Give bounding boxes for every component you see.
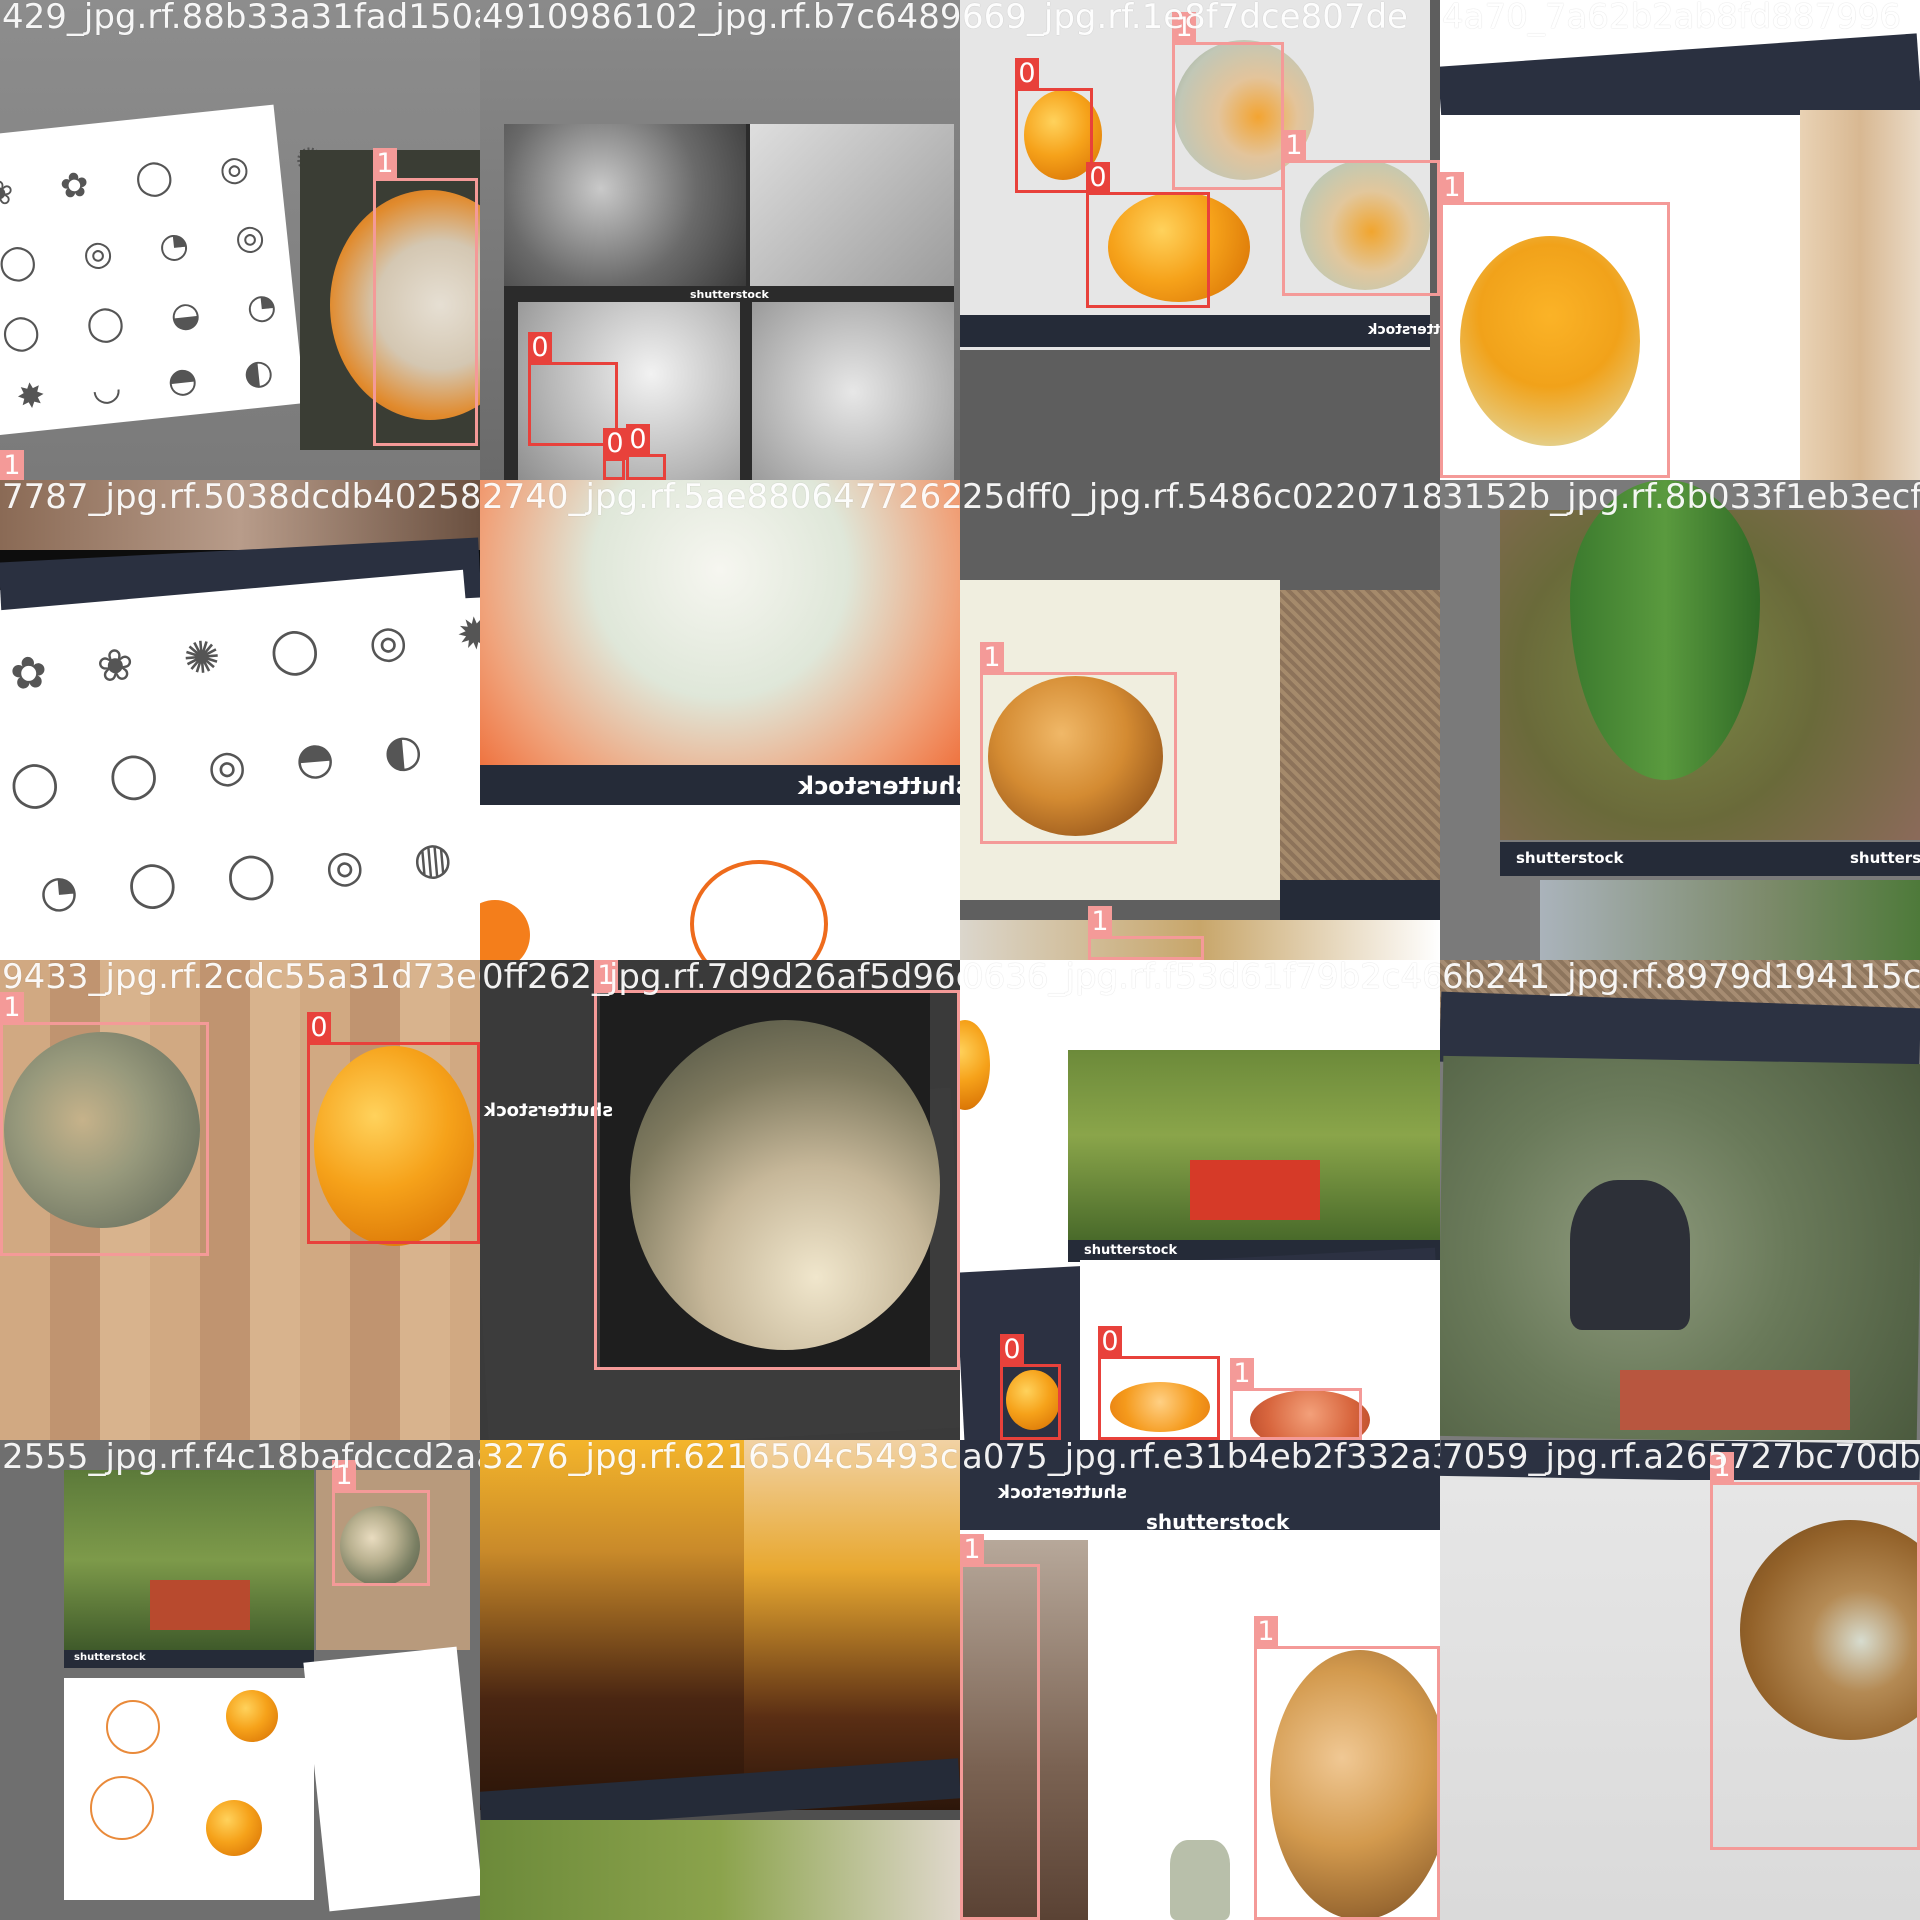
- mosaic-tile: shutterstock 1 0ff262_jpg.rf.7d9d26af5d9…: [480, 960, 960, 1440]
- class-label: 0: [626, 424, 650, 456]
- fruit-icons-card: [303, 1646, 480, 1912]
- detection-box: 1: [1710, 1452, 1920, 1850]
- detection-box: 0: [603, 428, 627, 480]
- mosaic-tile: ❀ ✿ ◯ ◎ ✺ ◯ ◎ ◔ ◎ ✺ ◯ ◯ ◒ ◔ ◎ ✸ ◡ ◓ ◐ ◯ …: [0, 0, 480, 480]
- mosaic-tile: shutterstock 0 1 0 1 669_jpg.rf.1e8f7dce…: [960, 0, 1440, 480]
- detection-box: 1: [1230, 1358, 1362, 1440]
- fruit-icons-card: ✿ ❀ ✺ ◯ ◎ ✹ ◯ ◯ ◎ ◓ ◐ ◔ ◯ ◯ ◎ ◍: [0, 569, 480, 960]
- detection-box: 1: [0, 992, 209, 1256]
- detection-box: 0: [307, 1012, 480, 1244]
- mosaic-tile: 1 1 25dff0_jpg.rf.5486c0220718311: [960, 480, 1440, 960]
- burlap-photo: [1280, 590, 1440, 930]
- detection-box: 1: [373, 148, 478, 446]
- watermark: shutterstock: [1084, 1243, 1178, 1258]
- mosaic-tile: shutterstock shutterstock 3152b_jpg.rf.8…: [1440, 480, 1920, 960]
- class-label: 1: [332, 1460, 356, 1492]
- class-label: 0: [603, 428, 627, 460]
- class-label: 0: [1000, 1334, 1024, 1366]
- detection-box: 0: [1098, 1326, 1220, 1440]
- class-label: 1: [1088, 906, 1112, 938]
- blurred-photo: [0, 480, 480, 550]
- class-label: 0: [307, 1012, 331, 1044]
- class-label: 1: [373, 148, 397, 180]
- drink-photo: [744, 1440, 960, 1810]
- worker: [1570, 1180, 1690, 1330]
- detection-box: 1: [1172, 12, 1284, 190]
- drink-photo: [480, 1440, 744, 1810]
- detection-box: 1: [960, 1534, 1040, 1920]
- class-label: 1: [980, 642, 1004, 674]
- mosaic-tile: shutterstock 0 0 0 4910986102_jpg.rf.b7c…: [480, 0, 960, 480]
- class-label: 0: [528, 332, 552, 364]
- detection-box: 1: [1254, 1616, 1440, 1920]
- mosaic-tile: shutterstock 2740_jpg.rf.5ae8806477262: [480, 480, 960, 960]
- class-label: 1: [1282, 130, 1306, 162]
- class-label: 1: [1710, 1452, 1734, 1484]
- inverted-photo: [480, 480, 960, 780]
- mosaic-tile: ✿ ❀ ✺ ◯ ◎ ✹ ◯ ◯ ◎ ◓ ◐ ◔ ◯ ◯ ◎ ◍ 7787_jpg…: [0, 480, 480, 960]
- mosaic-tile: shutterstock 0 0 1 0636_jpg.rf.f53d61f79…: [960, 960, 1440, 1440]
- watermark: shutterstock: [74, 1652, 146, 1663]
- class-label: 1: [1440, 172, 1464, 204]
- class-label: 1: [960, 1534, 984, 1566]
- watermark-mirrored: shutterstock: [798, 772, 960, 800]
- class-label: 0: [1086, 162, 1110, 194]
- mosaic-grid: ❀ ✿ ◯ ◎ ✺ ◯ ◎ ◔ ◎ ✺ ◯ ◯ ◒ ◔ ◎ ✸ ◡ ◓ ◐ ◯ …: [0, 0, 1920, 1920]
- class-label: 1: [0, 450, 24, 480]
- class-label: 1: [594, 960, 618, 992]
- fruit-icons-card: ❀ ✿ ◯ ◎ ✺ ◯ ◎ ◔ ◎ ✺ ◯ ◯ ◒ ◔ ◎ ✸ ◡ ◓ ◐ ◯: [0, 104, 378, 436]
- detection-box: 0: [626, 424, 666, 480]
- detection-box: 1: [1282, 130, 1440, 296]
- detection-box: 1: [1088, 906, 1204, 960]
- mosaic-tile: 1 7059_jpg.rf.a265727bc70db0: [1440, 1440, 1920, 1920]
- mosaic-tile: shutterstock shutterstock 1 1 a075_jpg.r…: [960, 1440, 1440, 1920]
- class-label: 1: [0, 992, 24, 1024]
- watermark: shutterstock: [1850, 849, 1920, 867]
- tile-filename: 25dff0_jpg.rf.5486c0220718311: [962, 480, 1440, 517]
- detection-box: 0: [1086, 162, 1210, 308]
- detection-box: 1: [980, 642, 1177, 844]
- detection-box: 1: [1440, 172, 1670, 478]
- watermark: shutterstock: [1516, 849, 1624, 867]
- watermark-mirrored: shutterstock: [1368, 322, 1440, 338]
- mosaic-tile: 1 4a70_7a62b2ab8fd887996: [1440, 0, 1920, 480]
- mosaic-tile: 6b241_jpg.rf.8979d194115c33: [1440, 960, 1920, 1440]
- class-label: 1: [1172, 12, 1196, 44]
- detection-box: 0: [1000, 1334, 1061, 1440]
- detection-box: 0: [1015, 58, 1093, 193]
- watermark: shutterstock: [690, 288, 769, 301]
- tile-filename: 0636_jpg.rf.f53d61f79b2c46: [962, 960, 1440, 997]
- class-label: 0: [1015, 58, 1039, 90]
- tile-filename: 4a70_7a62b2ab8fd887996: [1442, 0, 1902, 37]
- mosaic-tile: shutterstock 1 2555_jpg.rf.f4c18bafdccd2…: [0, 1440, 480, 1920]
- class-label: 1: [1230, 1358, 1254, 1390]
- detection-box: 1: [332, 1460, 430, 1586]
- figurine: [1170, 1840, 1230, 1920]
- watermark-mirrored: shutterstock: [998, 1482, 1127, 1503]
- class-label: 1: [1254, 1616, 1278, 1648]
- detection-box: 1: [594, 960, 960, 1370]
- wood-photo: [1800, 110, 1920, 480]
- watermark: shutterstock: [1146, 1510, 1290, 1534]
- mosaic-tile: 3276_jpg.rf.6216504c5493c83a9: [480, 1440, 960, 1920]
- class-label: 0: [1098, 1326, 1122, 1358]
- mosaic-tile: 1 0 9433_jpg.rf.2cdc55a31d73e6: [0, 960, 480, 1440]
